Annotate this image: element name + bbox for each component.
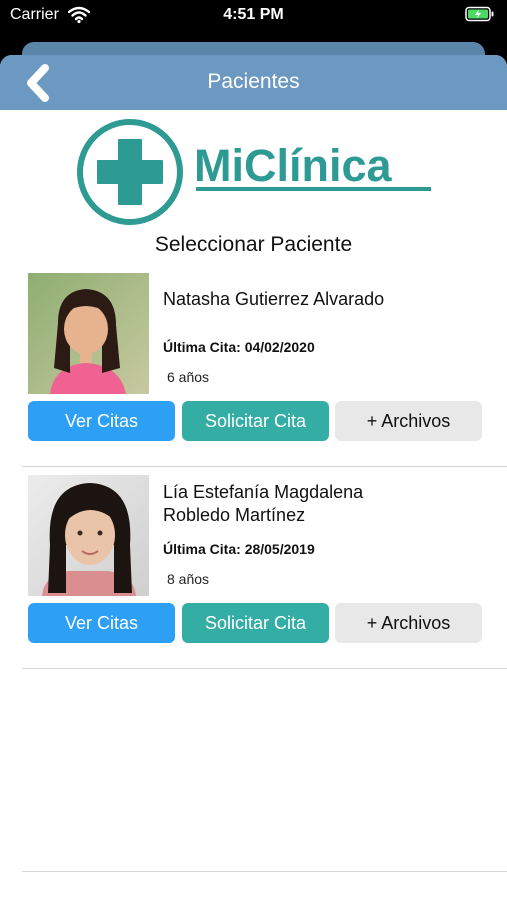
patient-age: 6 años bbox=[167, 369, 210, 385]
divider bbox=[22, 668, 507, 669]
last-appointment-label: Última Cita: bbox=[163, 541, 241, 557]
last-appointment-label: Última Cita: bbox=[163, 339, 241, 355]
files-button[interactable]: + Archivos bbox=[335, 603, 482, 643]
logo-underline bbox=[196, 187, 431, 191]
patient-card: Natasha Gutierrez Alvarado Última Cita: … bbox=[0, 273, 507, 473]
request-appointment-button[interactable]: Solicitar Cita bbox=[182, 401, 329, 441]
last-appointment: Última Cita: 28/05/2019 bbox=[163, 541, 315, 557]
last-appointment-date: 28/05/2019 bbox=[244, 541, 315, 557]
patient-card: Lía Estefanía Magdalena Robledo Martínez… bbox=[0, 475, 507, 675]
files-button[interactable]: + Archivos bbox=[335, 401, 482, 441]
navigation-bar: Pacientes bbox=[0, 55, 507, 110]
nav-title: Pacientes bbox=[207, 70, 300, 93]
last-appointment: Última Cita: 04/02/2020 bbox=[163, 339, 315, 355]
select-patient-title: Seleccionar Paciente bbox=[154, 233, 353, 256]
patients-screen: Pacientes MiClínica Seleccionar Paciente bbox=[0, 55, 507, 900]
patient-name: Lía Estefanía Magdalena Robledo Martínez bbox=[163, 482, 364, 525]
battery-charging-icon bbox=[465, 6, 495, 27]
bottom-divider bbox=[22, 871, 507, 872]
status-time: 4:51 PM bbox=[223, 6, 284, 23]
patient-name: Natasha Gutierrez Alvarado bbox=[163, 289, 385, 309]
divider bbox=[22, 466, 507, 467]
patient-photo bbox=[28, 475, 149, 596]
view-appointments-button[interactable]: Ver Citas bbox=[28, 401, 175, 441]
request-appointment-button[interactable]: Solicitar Cita bbox=[182, 603, 329, 643]
patient-photo bbox=[28, 273, 149, 394]
logo-text: MiClínica bbox=[194, 140, 393, 191]
last-appointment-date: 04/02/2020 bbox=[244, 339, 315, 355]
status-bar: Carrier 4:51 PM bbox=[0, 0, 507, 32]
view-appointments-button[interactable]: Ver Citas bbox=[28, 603, 175, 643]
logo: MiClínica bbox=[76, 118, 436, 226]
patient-age: 8 años bbox=[167, 571, 210, 587]
medical-cross-icon bbox=[77, 119, 183, 225]
